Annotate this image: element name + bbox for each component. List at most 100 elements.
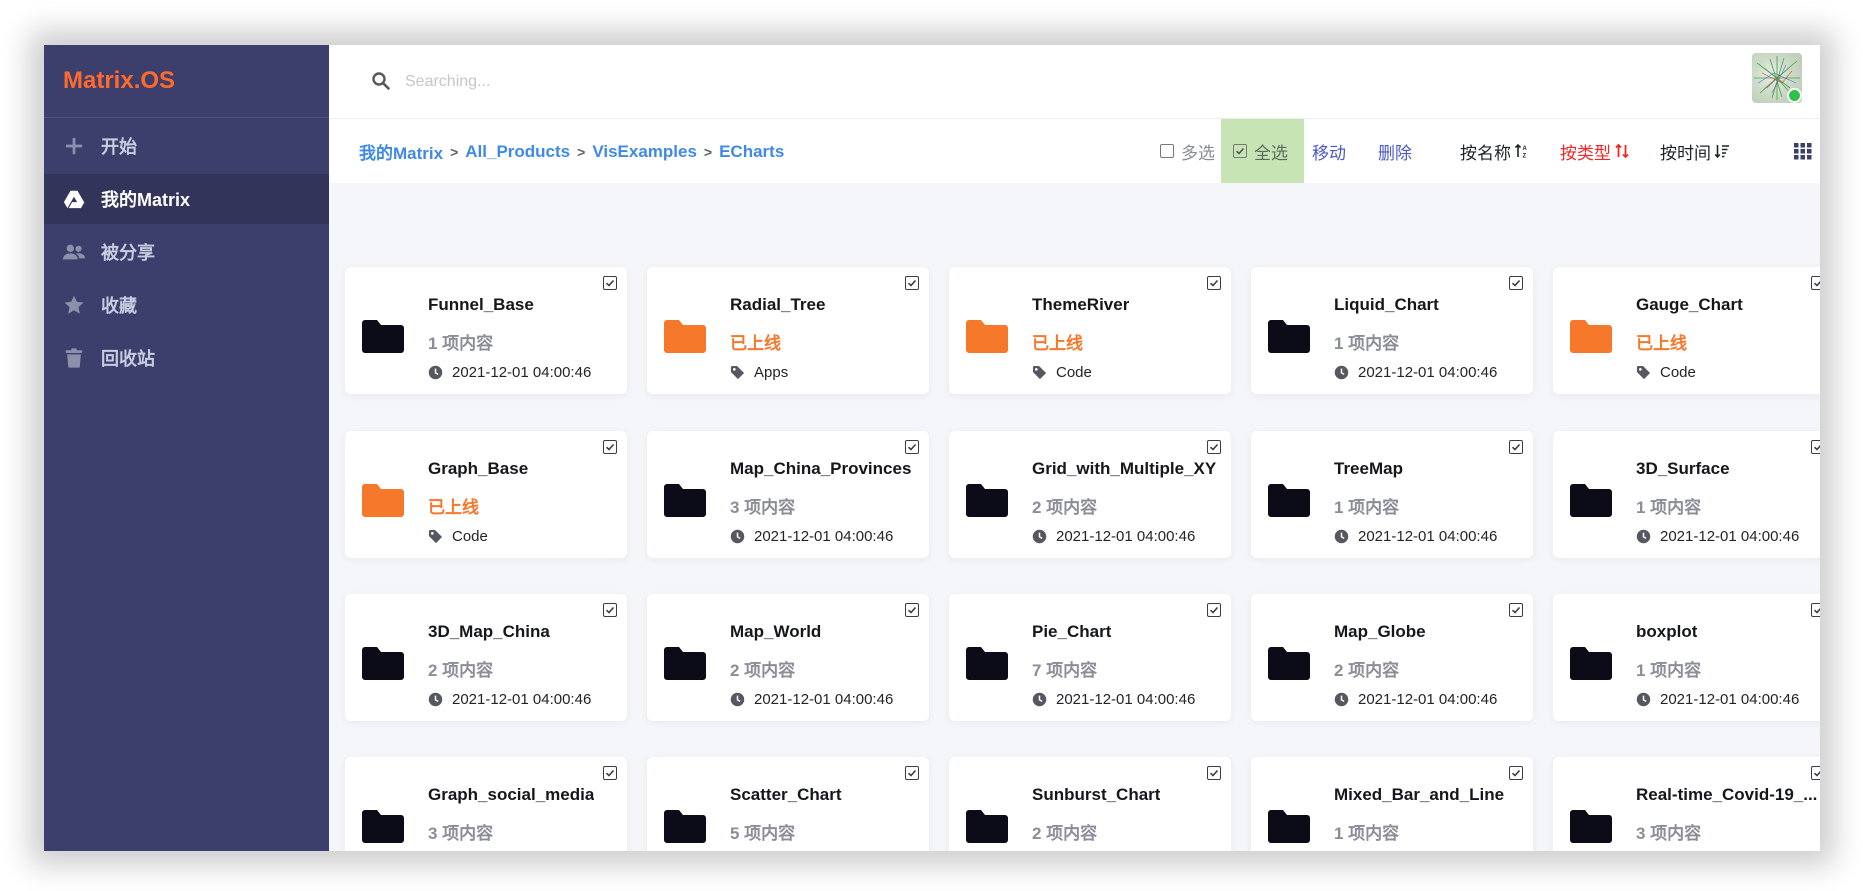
sort-by-type-button[interactable]: 按类型 (1554, 119, 1636, 183)
sort-by-name-button[interactable]: 按名称 AZ (1454, 119, 1536, 183)
card-checkbox[interactable] (603, 603, 617, 617)
sidebar-item-trash[interactable]: 回收站 (44, 333, 329, 383)
search-input[interactable] (403, 65, 1107, 99)
card-checkbox[interactable] (905, 440, 919, 454)
folder-card[interactable]: Liquid_Chart 1 项内容 2021-12-01 04:00:46 (1251, 267, 1533, 394)
item-count: 7 项内容 (1032, 661, 1098, 680)
folder-meta: 2021-12-01 04:00:46 (1032, 691, 1195, 708)
folder-card[interactable]: 3D_Map_China 2 项内容 2021-12-01 04:00:46 (345, 594, 627, 721)
breadcrumb-item[interactable]: VisExamples (592, 142, 697, 162)
card-checkbox[interactable] (603, 766, 617, 780)
folder-card[interactable]: Gauge_Chart 已上线 Code (1553, 267, 1820, 394)
folder-card[interactable]: Map_Globe 2 项内容 2021-12-01 04:00:46 (1251, 594, 1533, 721)
folder-card[interactable]: Map_World 2 项内容 2021-12-01 04:00:46 (647, 594, 929, 721)
folder-meta: 2021-12-01 04:00:46 (1032, 528, 1195, 545)
sidebar-item-start[interactable]: 开始 (44, 121, 329, 171)
sort-by-name-label: 按名称 (1460, 143, 1511, 163)
chevron-right-icon: > (577, 143, 586, 160)
card-checkbox[interactable] (1811, 440, 1820, 454)
avatar[interactable] (1752, 53, 1802, 103)
folder-card[interactable]: Graph_social_media3 项内容2021-12-01 04:00:… (345, 757, 627, 851)
checkmark-icon (1813, 280, 1820, 287)
online-status: 已上线 (428, 498, 479, 517)
card-checkbox[interactable] (1811, 603, 1820, 617)
breadcrumb-item[interactable]: ECharts (719, 142, 784, 162)
folder-card[interactable]: Mixed_Bar_and_Line1 项内容2021-12-01 04:00:… (1251, 757, 1533, 851)
folder-card[interactable]: Map_China_Provinces 3 项内容 2021-12-01 04:00… (647, 431, 929, 558)
card-checkbox[interactable] (1509, 276, 1523, 290)
folder-card[interactable]: Sunburst_Chart2 项内容2021-12-01 04:00:46 (949, 757, 1231, 851)
sidebar-item-favorites[interactable]: 收藏 (44, 280, 329, 330)
folder-card[interactable]: 3D_Surface 1 项内容 2021-12-01 04:00:46 (1553, 431, 1820, 558)
folder-card[interactable]: Scatter_Chart5 项内容2021-12-01 04:00:46 (647, 757, 929, 851)
delete-button[interactable]: 删除 (1372, 119, 1418, 183)
card-checkbox[interactable] (603, 276, 617, 290)
folder-meta-text: 2021-12-01 04:00:46 (1358, 528, 1498, 545)
folder-icon (1570, 484, 1612, 517)
folder-icon (362, 320, 404, 353)
folder-card[interactable]: TreeMap 1 项内容 2021-12-01 04:00:46 (1251, 431, 1533, 558)
folder-card[interactable]: Real-time_Covid-19_...3 项内容2021-12-01 04… (1553, 757, 1820, 851)
folder-icon (1570, 320, 1612, 353)
card-checkbox[interactable] (1207, 603, 1221, 617)
plus-icon (62, 134, 86, 158)
folder-icon (966, 484, 1008, 517)
item-count: 1 项内容 (1334, 334, 1400, 353)
card-checkbox[interactable] (603, 440, 617, 454)
breadcrumb-item[interactable]: 我的Matrix (359, 139, 443, 164)
folder-card[interactable]: ThemeRiver 已上线 Code (949, 267, 1231, 394)
folder-title: boxplot (1636, 622, 1698, 641)
folder-card[interactable]: boxplot 1 项内容 2021-12-01 04:00:46 (1553, 594, 1820, 721)
app-logo[interactable]: Matrix.OS (44, 45, 329, 118)
grid-view-icon[interactable] (1794, 142, 1812, 160)
item-count: 2 项内容 (730, 661, 796, 680)
checkmark-icon (605, 769, 615, 777)
card-checkbox[interactable] (1509, 603, 1523, 617)
folder-title: Mixed_Bar_and_Line (1334, 785, 1505, 804)
multi-select-button[interactable]: 多选 (1154, 119, 1221, 183)
card-checkbox[interactable] (1509, 440, 1523, 454)
card-checkbox[interactable] (1207, 276, 1221, 290)
svg-text:A: A (1523, 146, 1528, 152)
sort-by-time-button[interactable]: 按时间 (1654, 119, 1736, 183)
checkmark-icon (907, 279, 917, 287)
card-checkbox[interactable] (905, 603, 919, 617)
folder-meta-text: 2021-12-01 04:00:46 (1056, 691, 1196, 708)
select-all-button[interactable]: 全选 (1221, 119, 1304, 183)
search-icon (372, 72, 390, 90)
card-checkbox[interactable] (1811, 276, 1820, 290)
card-checkbox[interactable] (1811, 766, 1820, 780)
folder-icon (1268, 484, 1310, 517)
card-checkbox[interactable] (905, 766, 919, 780)
checkmark-icon (1511, 606, 1521, 614)
move-label: 移动 (1312, 143, 1346, 163)
card-checkbox[interactable] (905, 276, 919, 290)
item-count: 3 项内容 (1636, 824, 1702, 843)
card-checkbox[interactable] (1207, 440, 1221, 454)
folder-card[interactable]: Radial_Tree 已上线 Apps (647, 267, 929, 394)
folder-card[interactable]: Funnel_Base 1 项内容 2021-12-01 04:00:46 (345, 267, 627, 394)
folder-meta-text: 2021-12-01 04:00:46 (452, 691, 592, 708)
folder-meta-text: 2021-12-01 04:00:46 (452, 364, 592, 381)
sidebar-item-my-matrix[interactable]: 我的Matrix (44, 174, 329, 224)
trash-icon (62, 346, 86, 370)
checkmark-icon (1209, 279, 1219, 287)
logo-text: Matrix (63, 67, 134, 94)
folder-meta: 2021-12-01 04:00:46 (1334, 528, 1497, 545)
tag-icon (1636, 365, 1651, 380)
move-button[interactable]: 移动 (1306, 119, 1352, 183)
folder-card[interactable]: Pie_Chart 7 项内容 2021-12-01 04:00:46 (949, 594, 1231, 721)
toolbar-actions: 多选 全选 移动 删除 按名称 AZ 按类型 按时间 (1154, 119, 1820, 183)
folder-card[interactable]: Grid_with_Multiple_XY 2 项内容 2021-12-01 04:… (949, 431, 1231, 558)
top-bar (329, 45, 1820, 119)
delete-label: 删除 (1378, 143, 1412, 163)
sidebar-nav: 开始 我的Matrix 被分享 收藏 回收站 (44, 121, 329, 383)
sort-by-type-label: 按类型 (1560, 143, 1611, 163)
card-checkbox[interactable] (1509, 766, 1523, 780)
app-window: Matrix.OS 开始 我的Matrix 被分享 收藏 回收站 Searchi… (44, 45, 1820, 851)
card-checkbox[interactable] (1207, 766, 1221, 780)
sidebar-item-shared[interactable]: 被分享 (44, 227, 329, 277)
folder-card[interactable]: Graph_Base 已上线 Code (345, 431, 627, 558)
folder-icon (966, 320, 1008, 353)
breadcrumb-item[interactable]: All_Products (465, 142, 570, 162)
